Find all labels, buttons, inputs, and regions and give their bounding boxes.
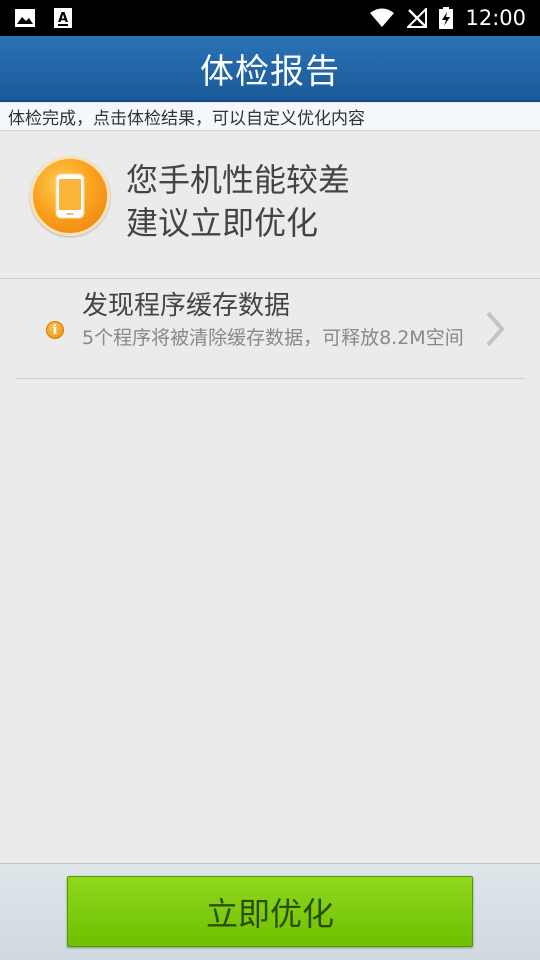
font-icon: A — [54, 8, 72, 28]
result-item-cache[interactable]: i 发现程序缓存数据 5个程序将被清除缓存数据，可释放8.2M空间 — [15, 279, 525, 379]
title-bar: 体检报告 — [0, 36, 540, 102]
bottom-bar: 立即优化 — [0, 863, 540, 960]
hint-text: 体检完成，点击体检结果，可以自定义优化内容 — [8, 109, 365, 129]
info-icon: i — [46, 321, 64, 339]
summary-panel: 您手机性能较差 建议立即优化 — [0, 131, 540, 278]
no-signal-icon — [407, 8, 428, 28]
image-icon — [14, 8, 36, 28]
summary-line-1: 您手机性能较差 — [126, 161, 351, 199]
summary-line-2: 建议立即优化 — [126, 204, 319, 242]
result-description: 5个程序将被清除缓存数据，可释放8.2M空间 — [82, 327, 464, 349]
phone-icon — [30, 156, 110, 236]
page-title: 体检报告 — [200, 51, 340, 92]
svg-text:A: A — [58, 11, 68, 26]
result-title: 发现程序缓存数据 — [82, 291, 291, 321]
wifi-icon — [369, 8, 395, 28]
optimize-now-button[interactable]: 立即优化 — [67, 876, 473, 947]
status-bar: A 12:00 — [0, 0, 540, 36]
battery-charging-icon — [439, 7, 454, 29]
hint-strip: 体检完成，点击体检结果，可以自定义优化内容 — [0, 103, 540, 131]
clock: 12:00 — [465, 6, 526, 30]
chevron-right-icon — [485, 311, 505, 351]
summary-text: 您手机性能较差 建议立即优化 — [126, 159, 350, 245]
